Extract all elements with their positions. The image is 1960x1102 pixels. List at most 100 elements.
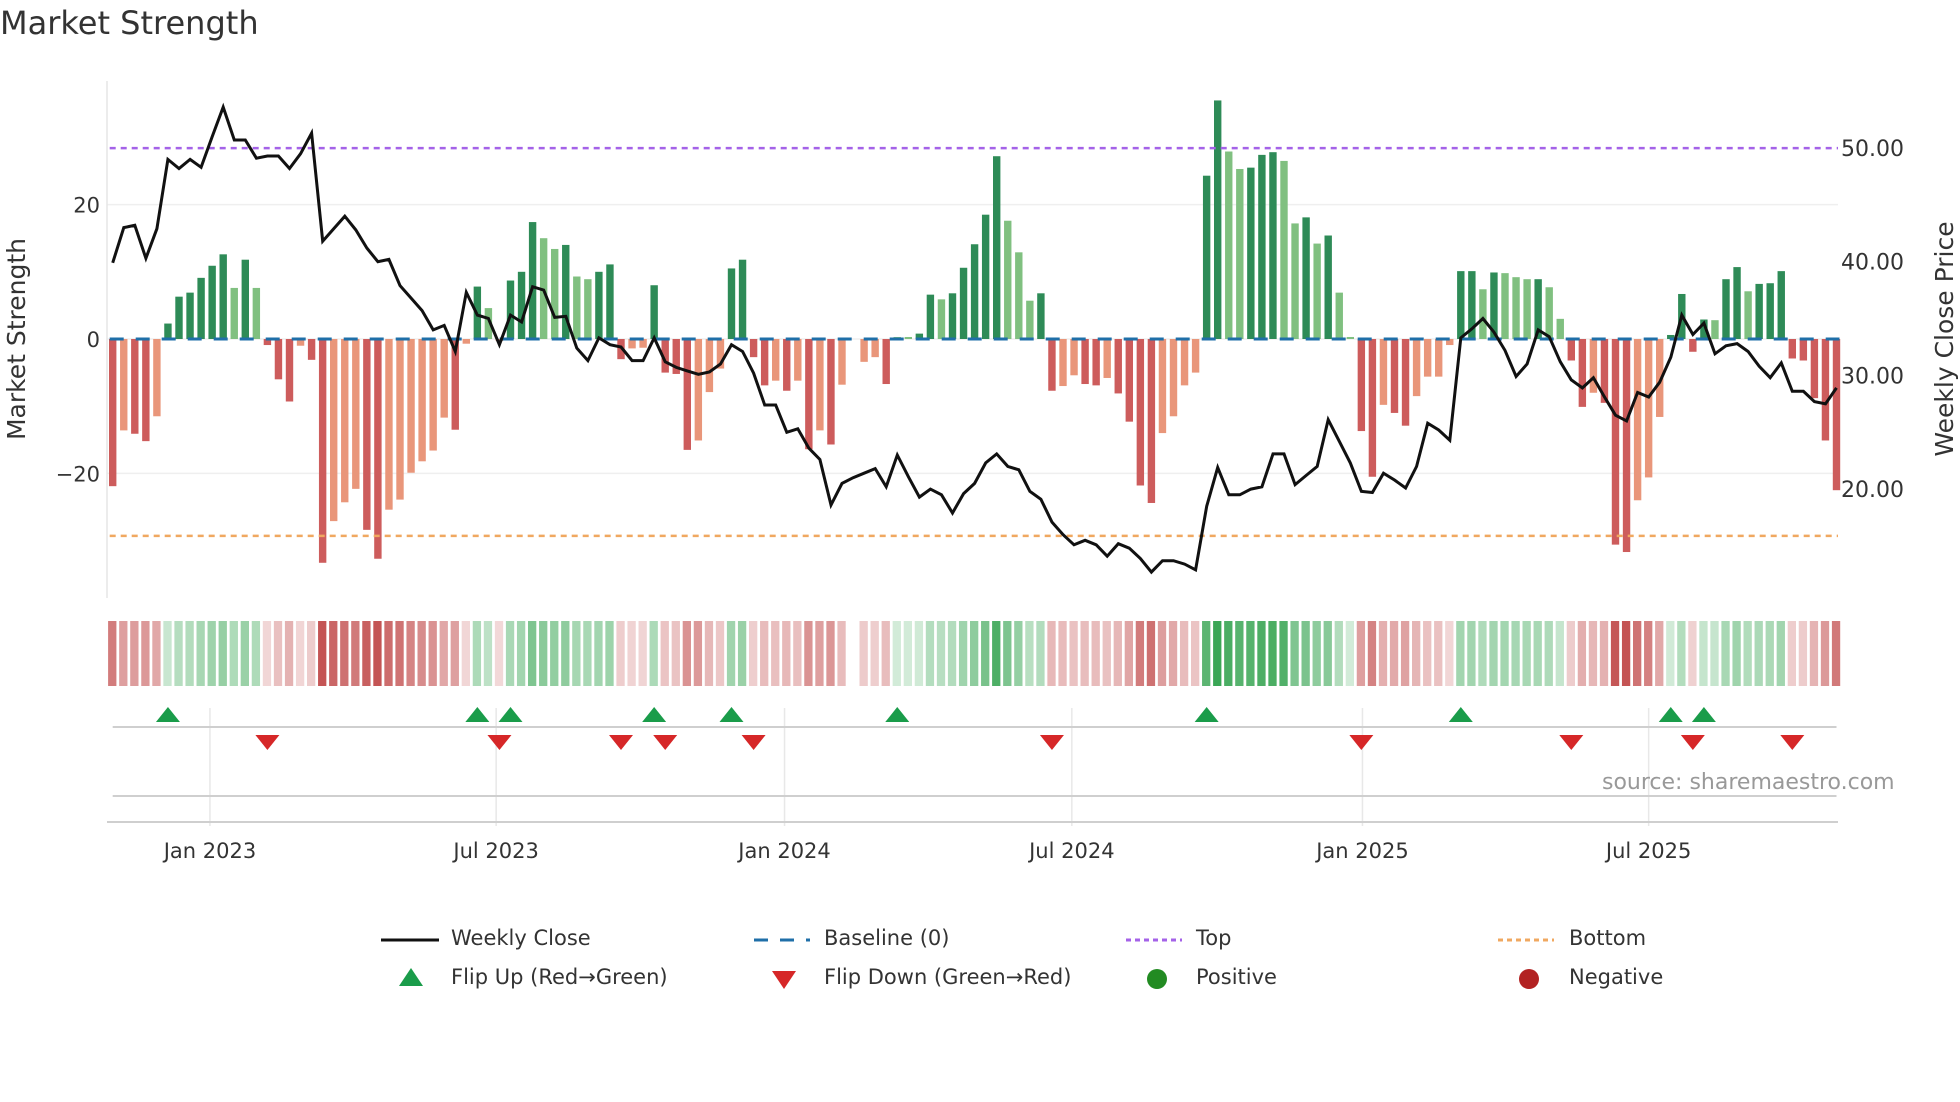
positive-bar xyxy=(551,248,559,339)
strength-heat-cell xyxy=(108,621,117,686)
strength-heat-cell xyxy=(1787,621,1796,686)
strength-heat-cell xyxy=(815,621,824,686)
positive-bar xyxy=(1313,243,1321,339)
strength-heat-cell xyxy=(837,621,846,686)
flip-up-marker xyxy=(885,707,910,722)
strength-heat-cell xyxy=(1423,621,1432,686)
negative-bar xyxy=(1059,339,1067,387)
strength-heat-cell xyxy=(450,621,459,686)
positive-bar xyxy=(1258,154,1266,339)
negative-bar xyxy=(772,339,780,381)
strength-heat-cell xyxy=(925,621,935,686)
strength-heat-cell xyxy=(616,621,625,686)
legend-flip-up: Flip Up (Red→Green) xyxy=(451,965,668,989)
positive-bar xyxy=(948,293,957,339)
strength-heat-cell xyxy=(1102,621,1111,686)
positive-bar xyxy=(1225,151,1233,339)
strength-heat-cell xyxy=(1644,621,1653,686)
negative-bar xyxy=(1644,339,1653,478)
flip-up-marker xyxy=(465,707,490,722)
legend-flip-up-icon xyxy=(399,968,423,986)
strength-heat-cell xyxy=(1456,621,1465,686)
source-credit: source: sharemaestro.com xyxy=(1602,770,1895,795)
negative-bar xyxy=(794,339,802,381)
positive-bar xyxy=(1026,300,1034,339)
strength-heat-cell xyxy=(1588,621,1598,686)
strength-heat-cell xyxy=(649,621,658,686)
strength-heat-cell xyxy=(771,621,780,686)
positive-bar xyxy=(573,276,581,339)
positive-bar xyxy=(219,254,227,339)
strength-heat-cell xyxy=(561,621,570,686)
y2-tick-label: 30.00 xyxy=(1841,364,1904,389)
strength-heat-cell xyxy=(1511,621,1520,686)
positive-bar xyxy=(1015,252,1023,339)
negative-bar xyxy=(1357,339,1366,432)
strength-heat-cell xyxy=(395,621,404,686)
strength-heat-cell xyxy=(1003,621,1012,686)
strength-heat-cell xyxy=(1268,621,1277,686)
negative-bar xyxy=(352,339,360,489)
strength-heat-cell xyxy=(1113,621,1122,686)
strength-heat-cell xyxy=(1378,621,1388,686)
strength-heat-cell xyxy=(196,621,205,686)
strength-heat-cell xyxy=(494,621,504,686)
strength-heat-cell xyxy=(1721,621,1730,686)
positive-bar xyxy=(506,280,515,339)
positive-bar xyxy=(252,287,261,339)
positive-bar xyxy=(959,267,968,339)
strength-heat-cell xyxy=(1356,621,1366,686)
strength-heat-cell xyxy=(207,621,216,686)
strength-heat-cell xyxy=(1301,621,1310,686)
legend-weekly-close: Weekly Close xyxy=(451,926,591,950)
legend-negative-icon xyxy=(1519,969,1539,989)
positive-bar xyxy=(241,259,249,339)
negative-bar xyxy=(1103,339,1111,378)
strength-heat-cell xyxy=(1577,621,1587,686)
strength-heat-cell xyxy=(329,621,338,686)
strength-heat-cell xyxy=(1489,621,1498,686)
legend-flip-down: Flip Down (Green→Red) xyxy=(824,965,1072,989)
negative-bar xyxy=(1788,339,1796,359)
positive-bar xyxy=(1733,267,1741,339)
strength-heat-cell xyxy=(1224,621,1233,686)
positive-bar xyxy=(1214,100,1222,339)
positive-bar xyxy=(1479,289,1487,339)
negative-bar xyxy=(341,339,349,503)
positive-bar xyxy=(1512,277,1520,339)
strength-heat-cell xyxy=(671,621,680,686)
negative-bar xyxy=(318,339,327,563)
strength-heat-cell xyxy=(760,621,769,686)
positive-bar xyxy=(1766,283,1774,339)
positive-bar xyxy=(1711,320,1719,339)
strength-heat-cell xyxy=(1389,621,1399,686)
strength-heat-cell xyxy=(992,621,1001,686)
strength-heat-cell xyxy=(1235,621,1244,686)
strength-heat-cell xyxy=(605,621,614,686)
positive-bar xyxy=(528,222,537,339)
negative-bar xyxy=(1125,339,1133,422)
positive-bar xyxy=(230,287,238,339)
strength-heat-cell xyxy=(163,621,172,686)
strength-heat-cell xyxy=(417,621,426,686)
negative-bar xyxy=(153,339,161,417)
y2-tick-label: 40.00 xyxy=(1841,251,1904,276)
strength-heat-cell xyxy=(1080,621,1089,686)
strength-heat-cell xyxy=(351,621,360,686)
strength-heat-cell xyxy=(1500,621,1509,686)
y2-tick-label: 20.00 xyxy=(1841,478,1904,503)
negative-bar xyxy=(462,339,470,344)
strength-heat-cell xyxy=(1279,621,1288,686)
strength-heat-cell xyxy=(307,621,316,686)
positive-bar xyxy=(1247,167,1255,339)
strength-heat-cell xyxy=(1168,621,1178,686)
strength-heat-cell xyxy=(1666,621,1675,686)
x-tick-label: Jul 2024 xyxy=(1027,839,1114,863)
flip-down-marker xyxy=(1680,735,1705,750)
positive-bar xyxy=(981,214,990,339)
negative-bar xyxy=(396,339,404,500)
positive-bar xyxy=(1302,217,1310,339)
strength-heat-cell xyxy=(726,621,736,686)
strength-heat-cell xyxy=(1014,621,1023,686)
positive-bar xyxy=(1269,152,1277,339)
